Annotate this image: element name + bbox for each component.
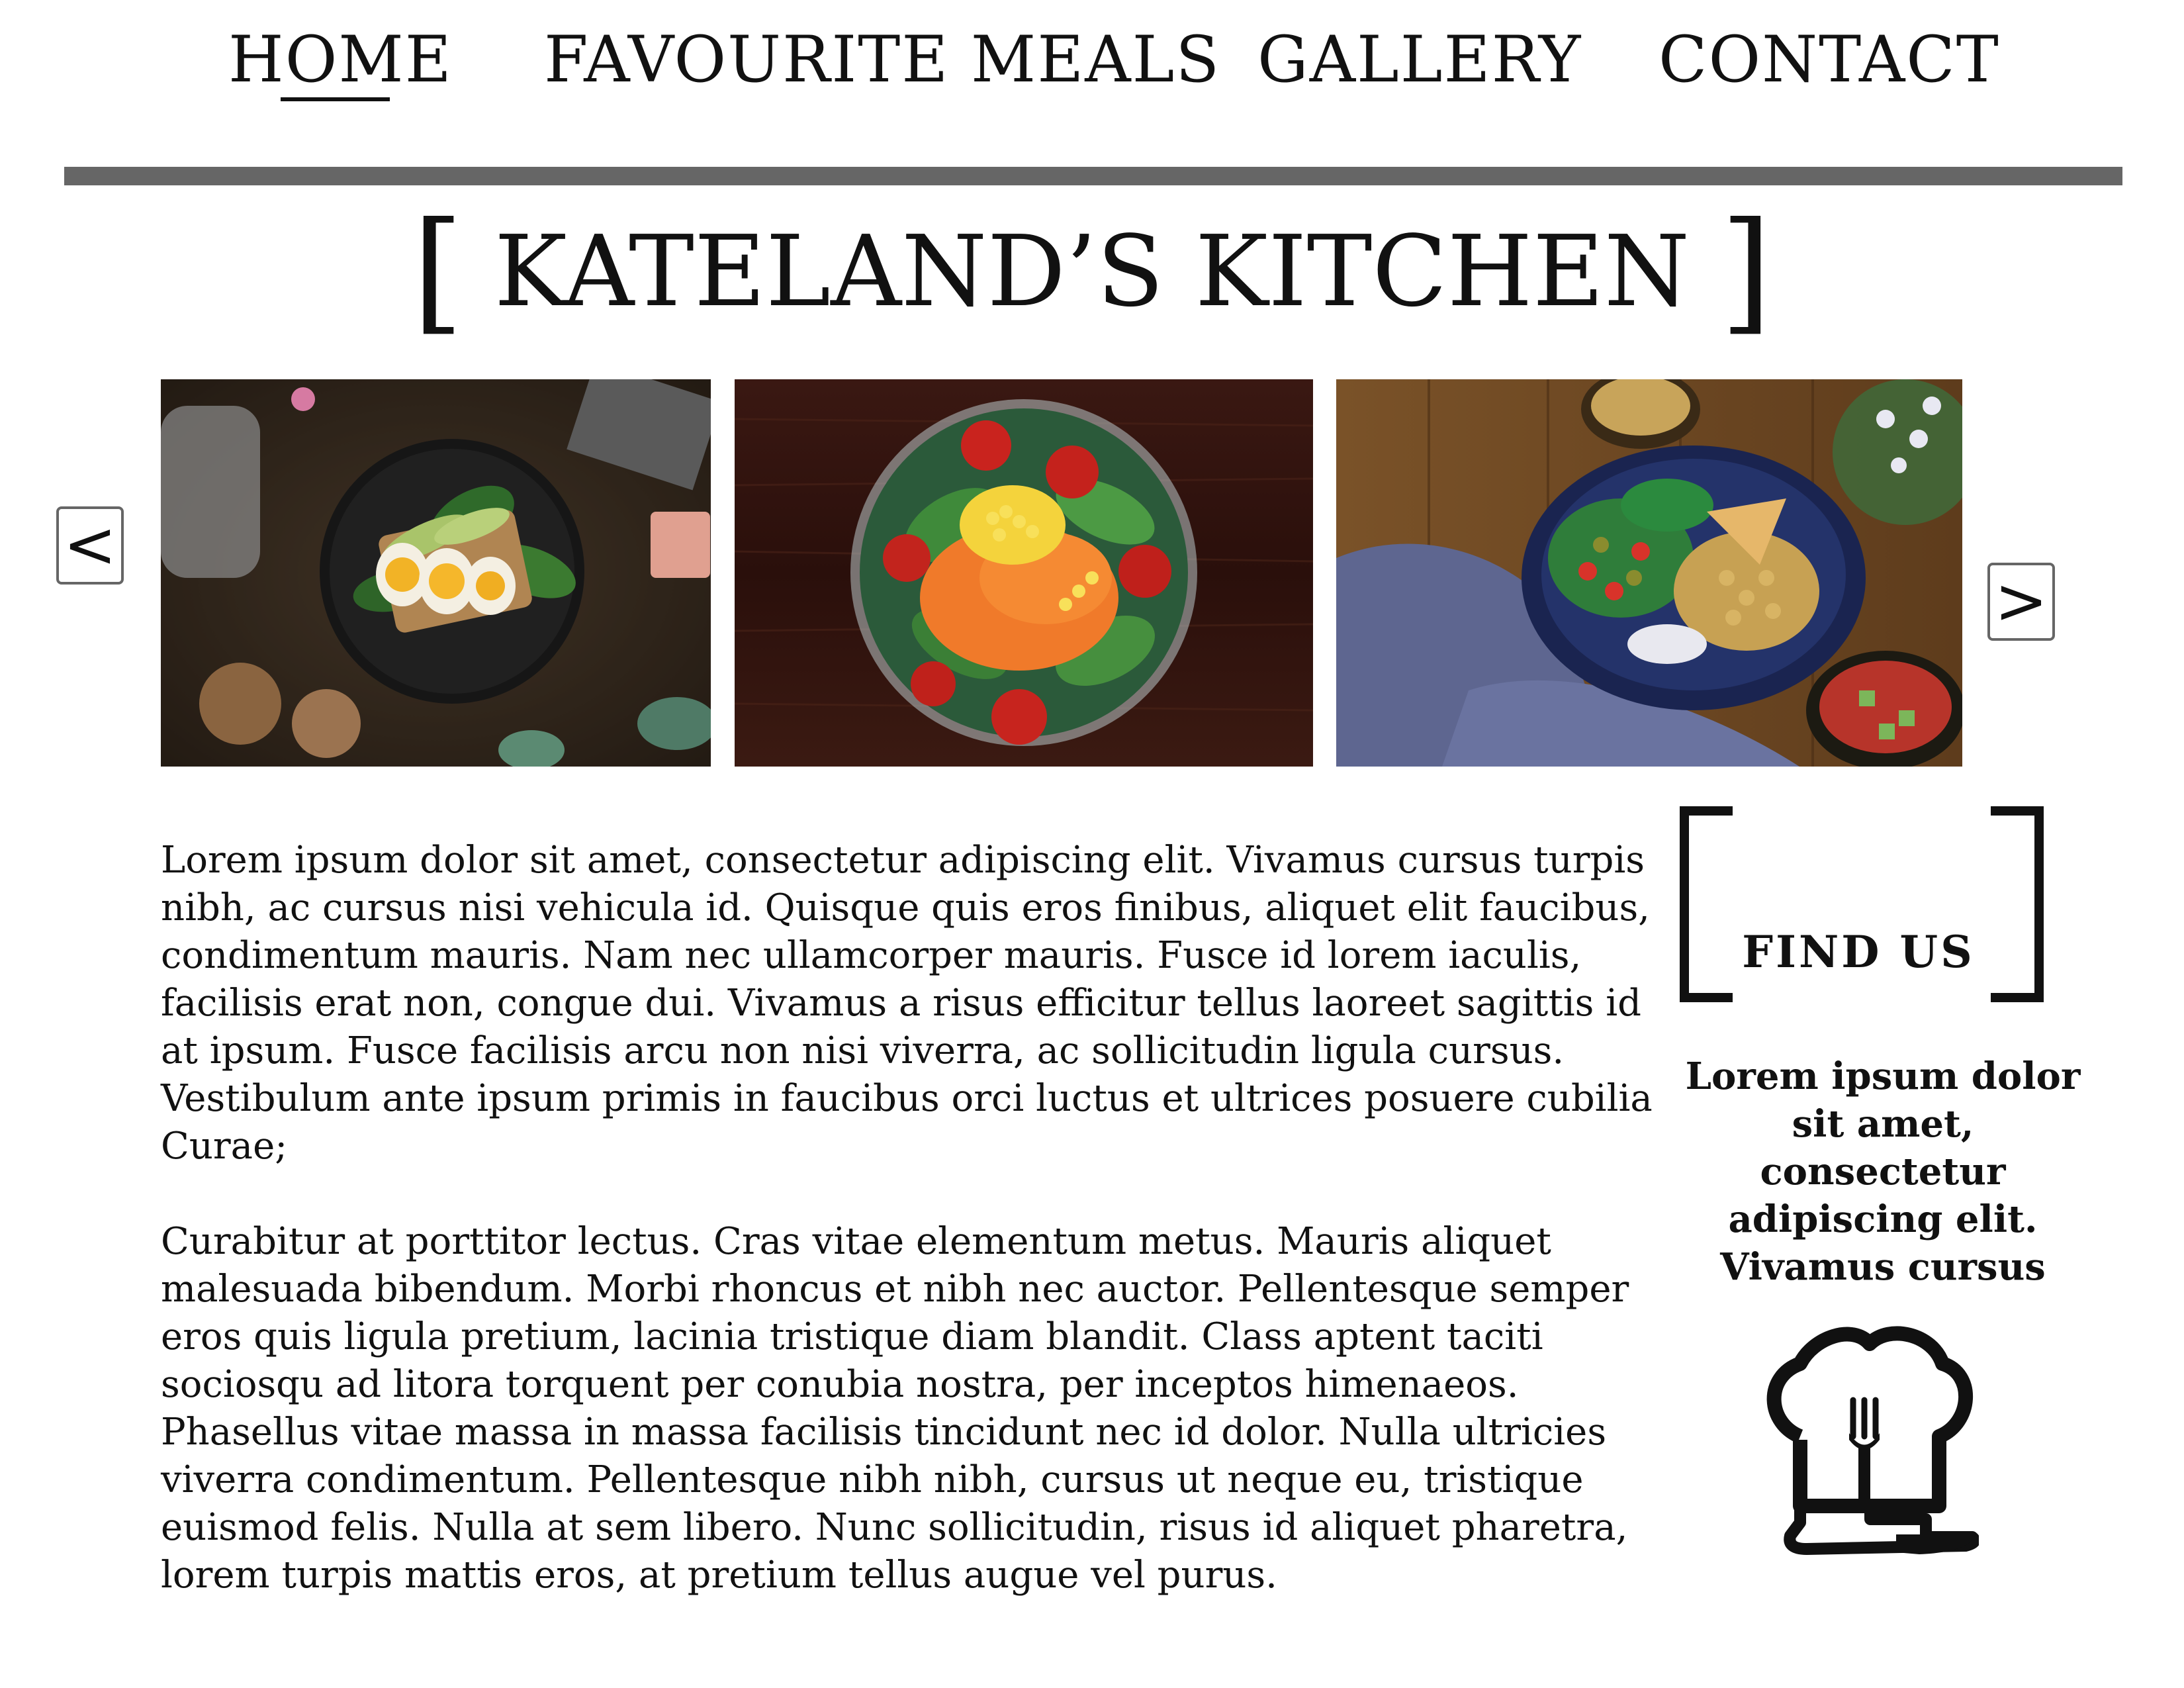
nav-home-link[interactable]: HOME [228, 20, 453, 99]
article-paragraph: Lorem ipsum dolor sit amet, consectetur … [161, 839, 1653, 1168]
find-us-heading-box: FIND US [1680, 806, 2050, 1005]
main-nav: HOME FAVOURITE MEALS GALLERY CONTACT [0, 20, 2184, 99]
nav-favourite-meals-link[interactable]: FAVOURITE MEALS [544, 20, 1220, 99]
site-title-text: KATELAND’S KITCHEN [494, 214, 1690, 328]
carousel-prev-button[interactable]: < [56, 506, 124, 585]
find-us-title: FIND US [1742, 926, 1975, 978]
salad-bowl-photo [735, 379, 1313, 767]
nav-gallery-link[interactable]: GALLERY [1257, 20, 1582, 99]
find-us-text: Lorem ipsum dolor sit amet, consectetur … [1685, 1055, 2081, 1289]
article-body: Lorem ipsum dolor sit amet, consectetur … [161, 837, 1657, 1647]
chickpea-bowl-photo [1336, 379, 1962, 767]
site-title: [KATELAND’S KITCHEN] [0, 199, 2184, 344]
title-bracket-close: ] [1720, 194, 1772, 348]
active-nav-underline [281, 97, 390, 101]
chef-hat-fork-knife-icon [1766, 1326, 1979, 1555]
header-divider [64, 167, 2122, 185]
article-paragraph: Curabitur at porttitor lectus. Cras vita… [161, 1220, 1629, 1597]
nav-contact-link[interactable]: CONTACT [1659, 20, 2000, 99]
carousel-next-button[interactable]: > [1987, 563, 2055, 641]
title-bracket-open: [ [412, 194, 464, 348]
avocado-egg-toast-photo [161, 379, 711, 767]
